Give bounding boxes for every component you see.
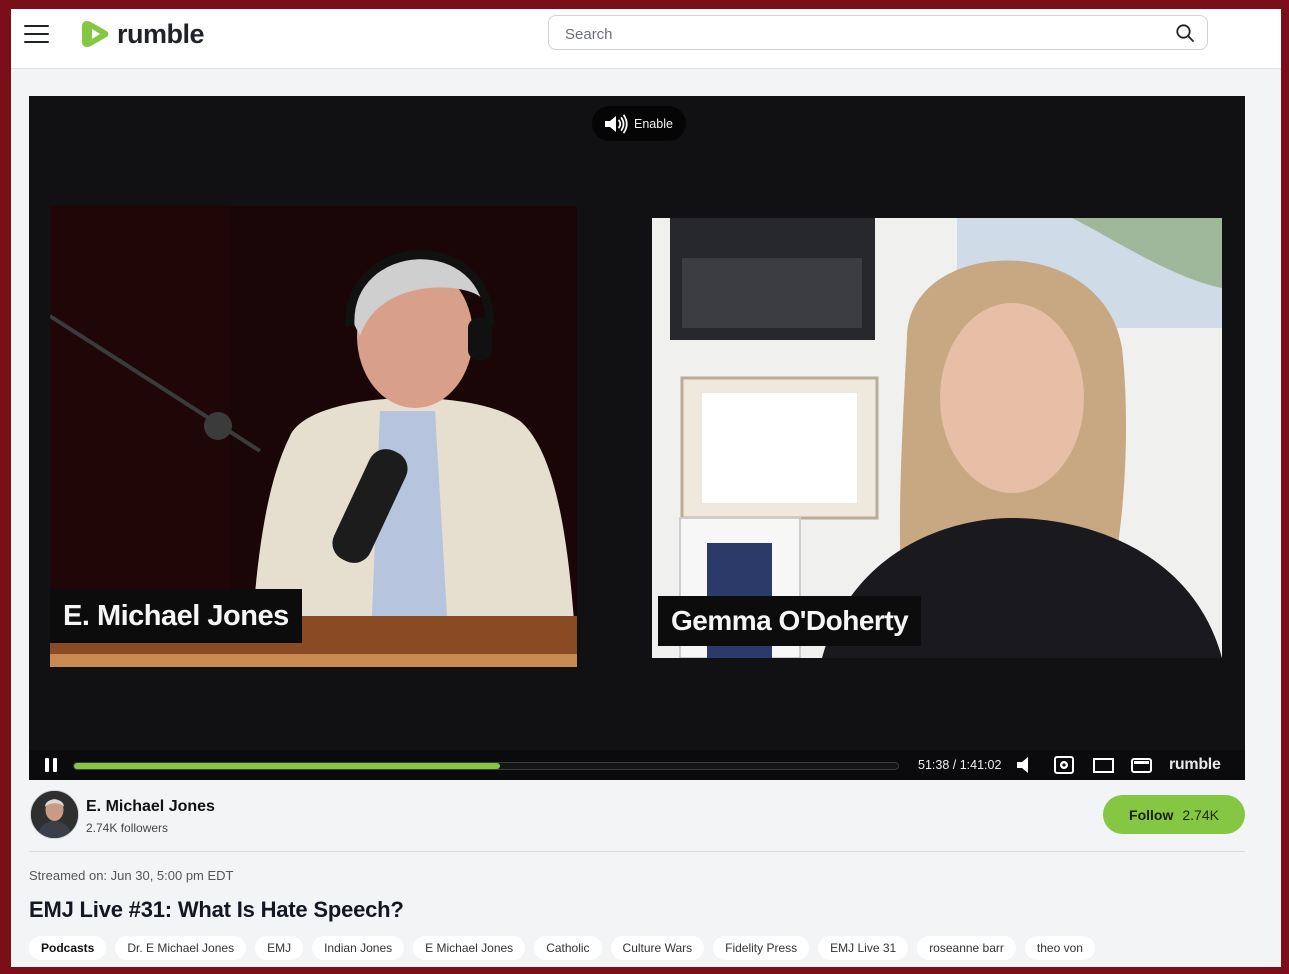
player-controls: 51:38 / 1:41:02 rumble	[29, 750, 1245, 780]
speaker-icon	[605, 114, 628, 133]
rumble-logo[interactable]: rumble	[81, 17, 205, 51]
brand-name: rumble	[117, 18, 205, 49]
tag-podcasts[interactable]: Podcasts	[29, 936, 107, 960]
search-icon[interactable]	[1175, 23, 1195, 43]
menu-icon[interactable]	[24, 24, 50, 44]
search-input[interactable]	[563, 23, 1167, 45]
channel-avatar[interactable]	[30, 790, 79, 839]
volume-button[interactable]	[1013, 750, 1035, 780]
progress-bar[interactable]	[73, 762, 899, 770]
tag-list: Podcasts Dr. E Michael Jones EMJ Indian …	[29, 936, 1104, 960]
video-title: EMJ Live #31: What Is Hate Speech?	[29, 897, 404, 922]
rumble-play-icon	[82, 21, 109, 47]
tag-culture-wars[interactable]: Culture Wars	[610, 936, 705, 960]
enable-audio-button[interactable]: Enable	[592, 106, 686, 141]
picture-in-picture-button[interactable]	[1129, 750, 1153, 780]
rumble-watermark[interactable]: rumble	[1169, 750, 1221, 780]
channel-name[interactable]: E. Michael Jones	[86, 798, 215, 816]
page-frame: rumble Enable	[11, 9, 1281, 967]
tag-fidelity-press[interactable]: Fidelity Press	[713, 936, 810, 960]
follow-count: 2.74K	[1182, 806, 1219, 823]
streamed-date: Streamed on: Jun 30, 5:00 pm EDT	[29, 868, 234, 883]
top-navigation-bar: rumble	[11, 9, 1281, 69]
video-player[interactable]: Enable E. Michael Jones Gemma O'Doherty …	[29, 96, 1245, 780]
right-speaker-image	[652, 218, 1222, 658]
follower-count: 2.74K followers	[86, 821, 169, 835]
enable-audio-label: Enable	[634, 116, 673, 131]
theater-mode-icon	[1092, 757, 1114, 773]
tag-catholic[interactable]: Catholic	[534, 936, 602, 960]
tag-roseanne-barr[interactable]: roseanne barr	[917, 936, 1016, 960]
tag-emj[interactable]: EMJ	[255, 936, 304, 960]
avatar-image	[31, 791, 78, 838]
progress-fill	[74, 763, 500, 769]
tag-emj-live-31[interactable]: EMJ Live 31	[818, 936, 909, 960]
right-speaker-nameplate: Gemma O'Doherty	[658, 596, 922, 646]
time-display: 51:38 / 1:41:02	[918, 758, 1002, 772]
tag-indian-jones[interactable]: Indian Jones	[312, 936, 405, 960]
tag-e-michael-jones[interactable]: E Michael Jones	[413, 936, 526, 960]
theater-mode-button[interactable]	[1091, 750, 1115, 780]
settings-icon	[1054, 756, 1074, 774]
right-speaker-name: Gemma O'Doherty	[671, 605, 909, 636]
channel-info-row: E. Michael Jones 2.74K followers Follow …	[29, 789, 1245, 852]
left-video-panel: E. Michael Jones	[50, 206, 577, 667]
left-speaker-nameplate: E. Michael Jones	[50, 589, 302, 643]
right-video-panel: Gemma O'Doherty	[652, 218, 1222, 658]
volume-icon	[1017, 757, 1028, 773]
tag-dr-e-michael-jones[interactable]: Dr. E Michael Jones	[115, 936, 247, 960]
settings-button[interactable]	[1052, 750, 1076, 780]
follow-button[interactable]: Follow 2.74K	[1103, 795, 1245, 834]
pause-icon	[45, 758, 57, 772]
left-speaker-name: E. Michael Jones	[63, 599, 289, 632]
pip-icon	[1130, 757, 1152, 773]
pause-button[interactable]	[41, 750, 61, 780]
search-bar	[548, 15, 1208, 50]
follow-label: Follow	[1129, 806, 1174, 823]
tag-theo-von[interactable]: theo von	[1024, 936, 1095, 960]
